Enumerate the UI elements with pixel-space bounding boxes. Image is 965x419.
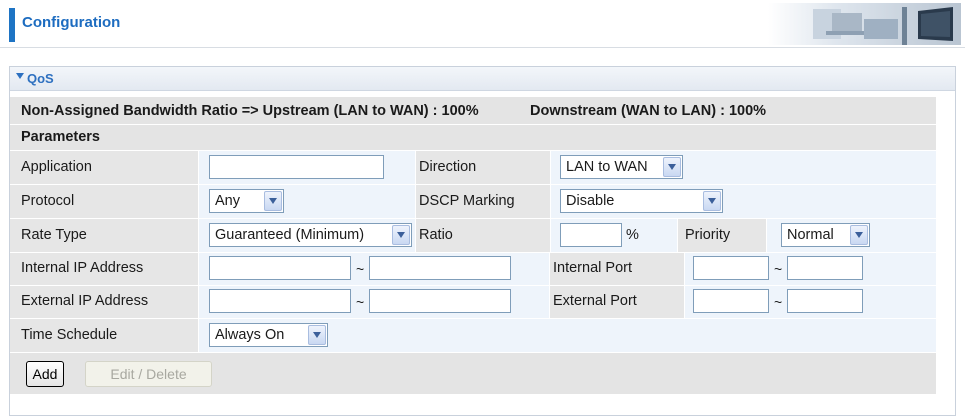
page-title: Configuration	[22, 14, 121, 31]
label-cell: External IP Address	[10, 286, 198, 318]
rate-type-value: Guaranteed (Minimum)	[215, 227, 365, 243]
header-accent-bar	[9, 8, 15, 42]
external-port-separator: ~	[774, 294, 783, 310]
form-row-rate-type: Rate Type Guaranteed (Minimum) Ratio % P…	[10, 219, 936, 252]
page-header: Configuration	[0, 0, 965, 48]
chevron-down-icon[interactable]	[703, 191, 721, 211]
external-port-label: External Port	[553, 293, 637, 309]
application-input[interactable]	[209, 155, 384, 179]
internal-port-separator: ~	[774, 261, 783, 277]
ratio-input[interactable]	[560, 223, 622, 247]
edit-delete-button[interactable]: Edit / Delete	[85, 361, 212, 387]
form-row-protocol: Protocol Any DSCP Marking Disable	[10, 185, 936, 218]
value-cell: Guaranteed (Minimum)	[199, 219, 415, 252]
ratio-unit: %	[626, 227, 639, 243]
chevron-down-icon[interactable]	[663, 157, 681, 177]
internal-ip-label: Internal IP Address	[21, 260, 144, 276]
rate-type-label: Rate Type	[21, 227, 87, 243]
value-cell: LAN to WAN	[551, 151, 936, 184]
time-schedule-label: Time Schedule	[21, 327, 118, 343]
external-ip-start-input[interactable]	[209, 289, 351, 313]
bandwidth-downstream-text: Downstream (WAN to LAN) : 100%	[530, 103, 767, 119]
label-cell: Direction	[416, 151, 550, 184]
value-cell: Normal	[767, 219, 936, 252]
external-ip-label: External IP Address	[21, 293, 149, 309]
qos-section-title: QoS	[27, 71, 54, 86]
parameters-heading: Parameters	[21, 129, 100, 145]
internal-ip-separator: ~	[356, 261, 365, 277]
internal-port-start-input[interactable]	[693, 256, 769, 280]
label-cell: Protocol	[10, 185, 198, 218]
dscp-marking-select[interactable]: Disable	[560, 189, 723, 213]
rate-type-select[interactable]: Guaranteed (Minimum)	[209, 223, 412, 247]
label-cell: Ratio	[416, 219, 550, 252]
value-cell: ~	[199, 253, 549, 285]
value-cell: ~	[199, 286, 549, 318]
chevron-down-icon[interactable]	[308, 325, 326, 345]
direction-value: LAN to WAN	[566, 159, 648, 175]
priority-value: Normal	[787, 227, 834, 243]
label-cell: External Port	[550, 286, 684, 318]
priority-label: Priority	[685, 227, 731, 243]
direction-label: Direction	[419, 159, 477, 175]
chevron-down-icon[interactable]	[264, 191, 282, 211]
value-cell: Always On	[199, 319, 936, 352]
qos-section-header[interactable]: QoS	[10, 67, 955, 91]
priority-select[interactable]: Normal	[781, 223, 870, 247]
external-port-end-input[interactable]	[787, 289, 863, 313]
bandwidth-ratio-row: Non-Assigned Bandwidth Ratio => Upstream…	[10, 97, 936, 124]
protocol-label: Protocol	[21, 193, 75, 209]
external-port-start-input[interactable]	[693, 289, 769, 313]
direction-select[interactable]: LAN to WAN	[560, 155, 683, 179]
value-cell: Disable	[551, 185, 936, 218]
label-cell: Internal Port	[550, 253, 684, 285]
parameters-row: Parameters	[10, 125, 936, 150]
value-cell: Any	[199, 185, 415, 218]
time-schedule-value: Always On	[215, 327, 285, 343]
label-cell: Application	[10, 151, 198, 184]
internal-ip-end-input[interactable]	[369, 256, 511, 280]
value-cell: %	[551, 219, 677, 252]
label-cell: Internal IP Address	[10, 253, 198, 285]
time-schedule-select[interactable]: Always On	[209, 323, 328, 347]
form-row-application: Application Direction LAN to WAN	[10, 151, 936, 184]
dscp-marking-value: Disable	[566, 193, 615, 209]
internal-port-end-input[interactable]	[787, 256, 863, 280]
bandwidth-upstream-text: Non-Assigned Bandwidth Ratio => Upstream…	[21, 103, 479, 119]
form-row-time-schedule: Time Schedule Always On	[10, 319, 936, 352]
label-cell: DSCP Marking	[416, 185, 550, 218]
add-button[interactable]: Add	[26, 361, 64, 387]
dscp-marking-label: DSCP Marking	[419, 193, 515, 209]
external-ip-end-input[interactable]	[369, 289, 511, 313]
button-row: Add Edit / Delete	[10, 353, 936, 394]
form-row-external: External IP Address ~ External Port ~	[10, 286, 936, 318]
internal-port-label: Internal Port	[553, 260, 632, 276]
value-cell: ~	[685, 286, 936, 318]
application-label: Application	[21, 159, 92, 175]
value-cell	[199, 151, 415, 184]
label-cell: Rate Type	[10, 219, 198, 252]
ratio-label: Ratio	[419, 227, 453, 243]
label-cell: Priority	[678, 219, 766, 252]
external-ip-separator: ~	[356, 294, 365, 310]
chevron-down-icon[interactable]	[392, 225, 410, 245]
chevron-down-icon[interactable]	[850, 225, 868, 245]
value-cell: ~	[685, 253, 936, 285]
form-row-internal: Internal IP Address ~ Internal Port ~	[10, 253, 936, 285]
internal-ip-start-input[interactable]	[209, 256, 351, 280]
protocol-select[interactable]: Any	[209, 189, 284, 213]
label-cell: Time Schedule	[10, 319, 198, 352]
collapse-triangle-icon[interactable]	[16, 73, 24, 79]
header-office-image	[768, 3, 961, 45]
protocol-value: Any	[215, 193, 240, 209]
